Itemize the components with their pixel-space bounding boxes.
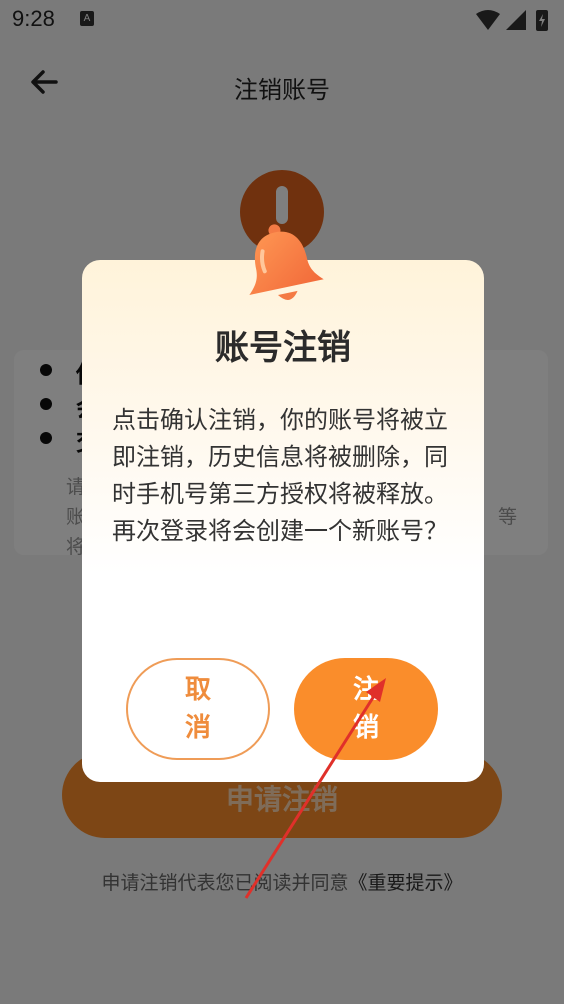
- cancel-label: 取消: [184, 675, 211, 743]
- dialog-title: 账号注销: [215, 328, 351, 368]
- delete-account-dialog: 账号注销 点击确认注销，你的账号将被立即注销，历史信息将被删除，同时手机号第三方…: [82, 260, 484, 782]
- dialog-message: 再次登录将会创建一个新账号？: [112, 517, 448, 545]
- cancel-button[interactable]: 取消: [126, 658, 270, 760]
- dialog-message: 点击确认注销，你的账号将被立即注销，历史信息将被删除，同时手机号第三方授权将被释…: [112, 406, 448, 508]
- confirm-delete-button[interactable]: 注销: [294, 658, 438, 760]
- confirm-label: 注销: [352, 675, 379, 743]
- bell-icon: [249, 224, 324, 300]
- dialog-body: 点击确认注销，你的账号将被立即注销，历史信息将被删除，同时手机号第三方授权将被释…: [112, 402, 462, 550]
